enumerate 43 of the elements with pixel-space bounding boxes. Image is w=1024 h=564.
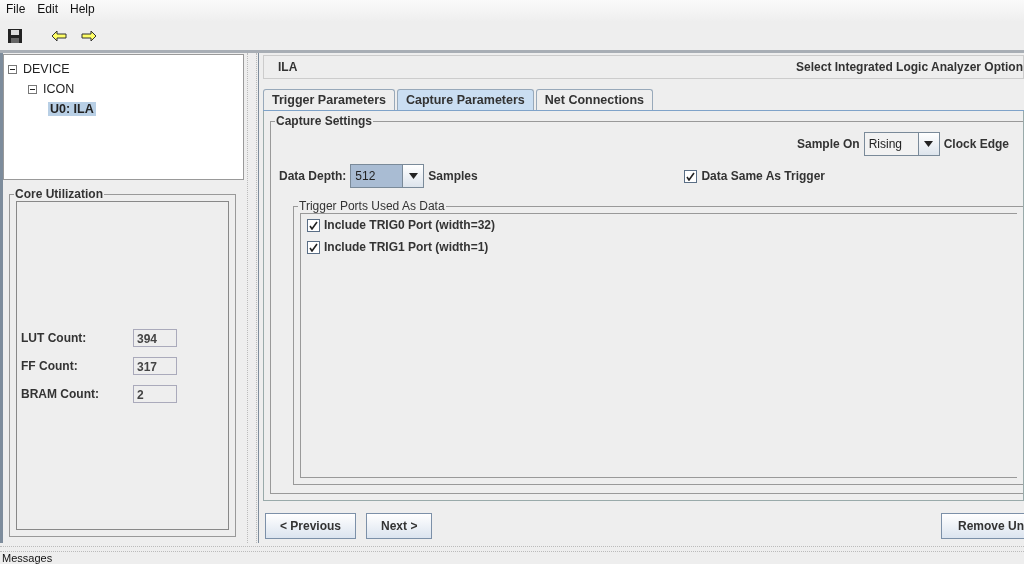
messages-title: Messages bbox=[1, 552, 54, 564]
menu-item[interactable]: Help bbox=[70, 2, 95, 20]
value-field: 317 bbox=[133, 356, 177, 375]
dropdown[interactable]: Rising bbox=[863, 132, 940, 156]
nav-button[interactable]: < Previous bbox=[265, 513, 357, 539]
nav-button[interactable]: Remove Un bbox=[940, 513, 1024, 539]
group-title: Core Utilization bbox=[14, 187, 104, 201]
tab[interactable]: Capture Parameters bbox=[396, 89, 534, 110]
tab[interactable]: Net Connections bbox=[535, 89, 654, 110]
checkbox-label: Include TRIG0 Port (width=32) bbox=[324, 218, 496, 232]
field-label: LUT Count: bbox=[21, 330, 88, 345]
group-title: Trigger Ports Used As Data bbox=[298, 199, 446, 213]
field-label: Samples bbox=[428, 169, 478, 183]
field-label: BRAM Count: bbox=[21, 386, 100, 401]
tree-item[interactable]: U0: ILA bbox=[48, 102, 96, 116]
menu-item[interactable]: File bbox=[6, 2, 26, 20]
checkbox[interactable] bbox=[307, 240, 320, 254]
save-icon[interactable] bbox=[7, 28, 23, 44]
caret-icon bbox=[408, 173, 418, 179]
nav-button[interactable]: Next > bbox=[366, 513, 433, 539]
right-arrow-icon[interactable] bbox=[81, 30, 97, 42]
tree-item[interactable]: ICON bbox=[43, 82, 75, 96]
tab[interactable]: Trigger Parameters bbox=[263, 89, 395, 110]
value-field: 2 bbox=[133, 384, 177, 403]
collapse-icon[interactable] bbox=[8, 64, 17, 74]
group-title: Capture Settings bbox=[275, 114, 373, 128]
collapse-icon[interactable] bbox=[28, 84, 37, 94]
field-label: Sample On bbox=[796, 137, 860, 151]
checkbox-label: Data Same As Trigger bbox=[701, 169, 825, 183]
left-arrow-icon[interactable] bbox=[51, 30, 67, 42]
menu-item[interactable]: Edit bbox=[37, 2, 59, 20]
tree-item[interactable]: DEVICE bbox=[23, 62, 70, 76]
checkbox-label: Include TRIG1 Port (width=1) bbox=[324, 240, 489, 254]
caret-icon bbox=[924, 141, 934, 147]
field-label: Clock Edge bbox=[943, 137, 1009, 151]
dropdown[interactable]: 512 bbox=[350, 164, 425, 188]
field-label: Data Depth: bbox=[279, 169, 347, 183]
checkbox[interactable] bbox=[684, 169, 698, 183]
panel-title: ILA bbox=[278, 60, 298, 74]
value-field: 394 bbox=[133, 328, 177, 347]
field-label: FF Count: bbox=[21, 358, 79, 373]
checkbox[interactable] bbox=[307, 218, 320, 232]
panel-subtitle: Select Integrated Logic Analyzer Option bbox=[796, 60, 1023, 74]
